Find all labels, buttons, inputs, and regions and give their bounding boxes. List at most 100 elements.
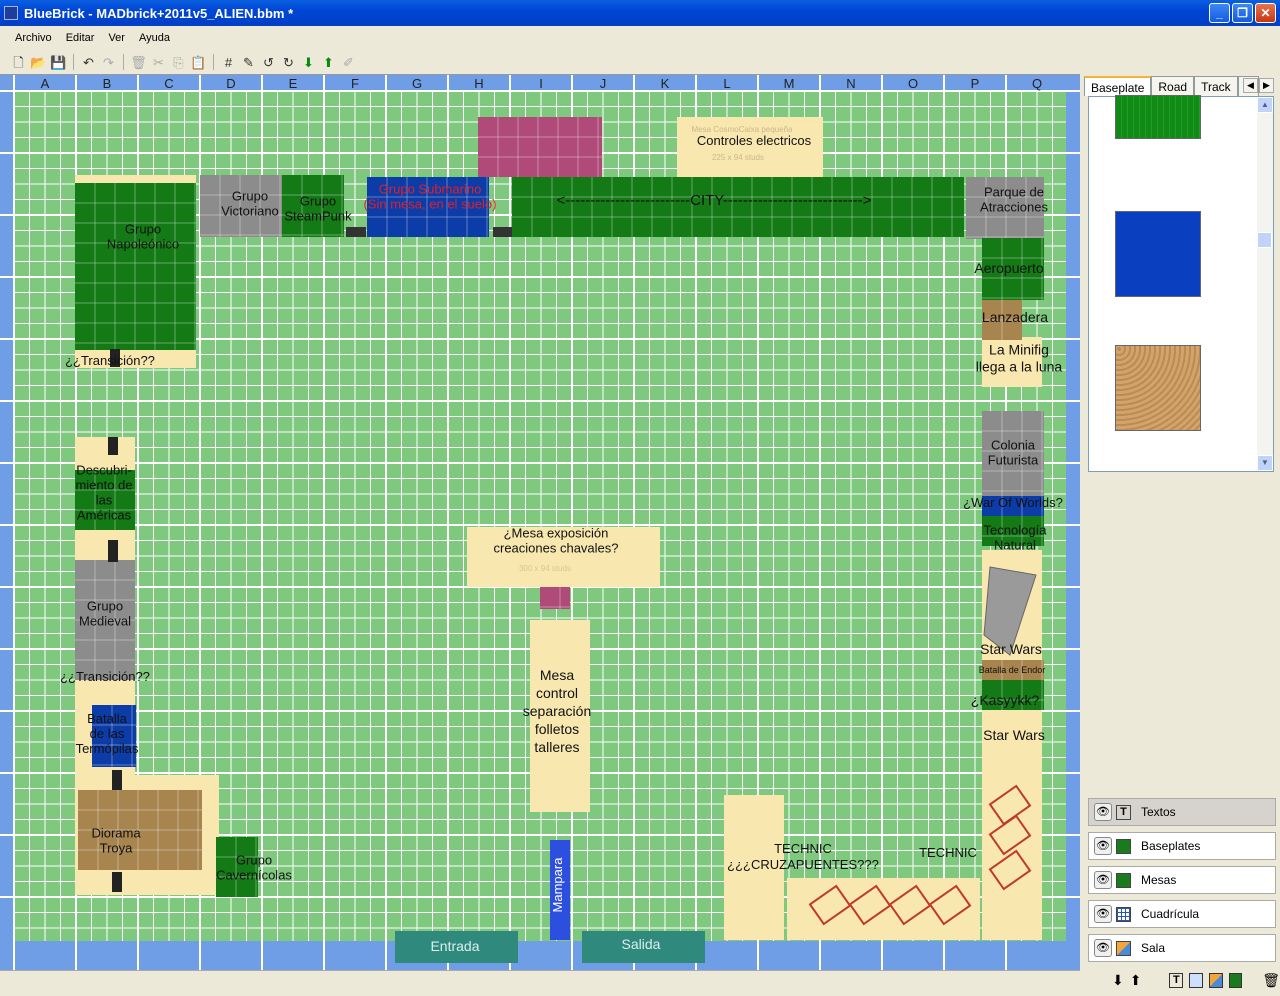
map-label-mesa_expo_sub: 300 x 94 studs [519,564,571,573]
map-canvas[interactable]: A B C D E F G H I J K L M N O P Q Mesa CosmoCaixa pequeña… [0,74,1080,970]
redo-icon[interactable]: ↷ [100,54,117,71]
layer-sala[interactable]: 👁 Sala [1088,934,1276,962]
text-icon: T [1116,804,1131,820]
map-label-mesa_expo: ¿Mesa exposición creaciones chavales? [493,526,618,556]
add-area-layer-icon[interactable] [1208,972,1223,988]
add-brick-layer-icon[interactable] [1228,972,1243,988]
layer-name: Sala [1141,941,1166,955]
copy-icon[interactable]: ⎘ [170,54,187,71]
minimize-button[interactable]: _ [1209,3,1230,23]
map-label-colonia: Colonia Futurista [988,438,1039,468]
column-header-label: E [289,76,298,91]
layer-textos[interactable]: 👁 T Textos [1088,798,1276,826]
map-label-starwars2: Star Wars [983,727,1045,743]
delete-layer-icon[interactable]: 🗑 [1262,972,1280,989]
window-title: BlueBrick - MADbrick+2011v5_ALIEN.bbm * [24,5,294,21]
title-bar: BlueBrick - MADbrick+2011v5_ALIEN.bbm * … [0,0,1280,26]
column-header-label: C [164,76,173,91]
green-baseplate-thumbnail[interactable] [1115,95,1201,139]
part-list-scrollbar[interactable]: ▲ ▼ [1257,97,1273,471]
tab-baseplate[interactable]: Baseplate [1084,76,1152,96]
paste-icon[interactable]: 📋 [190,54,207,71]
eye-icon[interactable]: 👁 [1094,905,1112,923]
tan-baseplate-thumbnail[interactable] [1115,345,1201,431]
baseplate-icon [1116,872,1131,888]
scroll-thumb[interactable] [1257,232,1272,248]
column-header-label: K [661,76,670,91]
column-header-label: O [908,76,918,91]
tab-road[interactable]: Road [1151,76,1195,96]
connector [108,437,118,455]
map-label-kasyykk: ¿Kasyykk? [971,692,1040,708]
column-header-label: J [600,76,607,91]
blue-baseplate-thumbnail[interactable] [1115,211,1201,297]
map-label-technic1: TECHNIC [774,841,832,856]
bring-front-icon[interactable]: ⬆ [320,54,337,71]
scroll-up-icon[interactable]: ▲ [1257,97,1273,113]
map-label-technic2: TECHNIC [919,845,977,860]
delete-icon[interactable]: 🗑 [130,54,147,71]
layer-toolbar: ⬇ ⬆ T 🗑 [1084,968,1280,992]
rotate-left-icon[interactable]: ↺ [260,54,277,71]
eye-icon[interactable]: 👁 [1094,871,1112,889]
map-label-transicion1: ¿¿Transición?? [65,353,155,368]
layer-name: Cuadrícula [1141,907,1200,921]
menu-ver[interactable]: Ver [101,30,132,46]
layer-name: Textos [1141,805,1176,819]
move-layer-up-icon[interactable]: ⬆ [1130,972,1142,989]
layer-mesas[interactable]: 👁 Mesas [1088,866,1276,894]
column-header-label: M [784,76,795,91]
new-file-icon[interactable]: 🗋 [10,54,27,71]
column-header-label: I [539,76,543,91]
add-text-layer-icon[interactable]: T [1169,972,1184,988]
map-label-starwars1: Star Wars [980,641,1042,657]
layout-map[interactable]: A B C D E F G H I J K L M N O P QMesa CosmoCaixa pequeña… [0,75,1080,970]
snap-grid-icon[interactable]: # [220,54,237,71]
map-label-controles: Controles electricos [697,133,812,148]
eye-icon[interactable]: 👁 [1094,837,1112,855]
map-label-controles_sub2: 225 x 94 studs [712,153,764,162]
column-header-label: A [41,76,50,91]
add-grid-layer-icon[interactable] [1189,972,1203,988]
map-label-endor: Batalla de Endor [979,665,1046,675]
rotate-right-icon[interactable]: ↻ [280,54,297,71]
send-back-icon[interactable]: ⬇ [300,54,317,71]
menu-archivo[interactable]: Archivo [8,30,59,46]
paint-icon[interactable]: ✎ [240,54,257,71]
eye-icon[interactable]: 👁 [1094,939,1112,957]
eye-icon[interactable]: 👁 [1094,803,1112,821]
column-header-label: N [846,76,855,91]
column-header-label: B [103,76,112,91]
column-header-label: L [723,76,730,91]
undo-icon[interactable]: ↶ [80,54,97,71]
cut-icon[interactable]: ✂ [150,54,167,71]
menu-editar[interactable]: Editar [59,30,102,46]
map-label-mampara: Mampara [550,857,565,913]
maximize-button[interactable]: ❐ [1232,3,1253,23]
menu-bar: Archivo Editar Ver Ayuda [0,27,1280,49]
pink-plate [478,117,602,177]
map-label-waroworlds: ¿War Of Worlds? [963,495,1063,510]
grid-icon [1116,906,1131,922]
open-folder-icon[interactable]: 📂 [30,54,47,71]
close-button[interactable]: ✕ [1255,3,1276,23]
map-label-cruzapuentes: ¿¿¿CRUZAPUENTES??? [727,857,879,872]
move-layer-down-icon[interactable]: ⬇ [1112,972,1124,989]
right-panel: Baseplate Road Track T ◀ ▶ ▲ ▼ 👁 T Texto… [1084,76,1280,996]
horizontal-scrollbar[interactable] [0,970,1080,996]
tab-track[interactable]: Track [1194,76,1238,96]
scroll-down-icon[interactable]: ▼ [1257,455,1273,471]
toolbar: 🗋 📂 💾 ↶ ↷ 🗑 ✂ ⎘ 📋 # ✎ ↺ ↻ ⬇ ⬆ ✐ [0,50,1280,74]
map-label-entrada: Entrada [430,938,479,954]
save-icon[interactable]: 💾 [50,54,67,71]
layer-baseplates[interactable]: 👁 Baseplates [1088,832,1276,860]
map-label-city: <-------------------------CITY----------… [556,192,871,209]
tab-scroll-right-icon[interactable]: ▶ [1259,78,1274,93]
layer-cuadricula[interactable]: 👁 Cuadrícula [1088,900,1276,928]
menu-ayuda[interactable]: Ayuda [132,30,177,46]
column-header-label: Q [1032,76,1042,91]
submarino-connector [493,227,513,237]
part-library-list[interactable]: ▲ ▼ [1088,95,1274,472]
measure-icon[interactable]: ✐ [340,54,357,71]
tab-scroll-left-icon[interactable]: ◀ [1243,78,1258,93]
